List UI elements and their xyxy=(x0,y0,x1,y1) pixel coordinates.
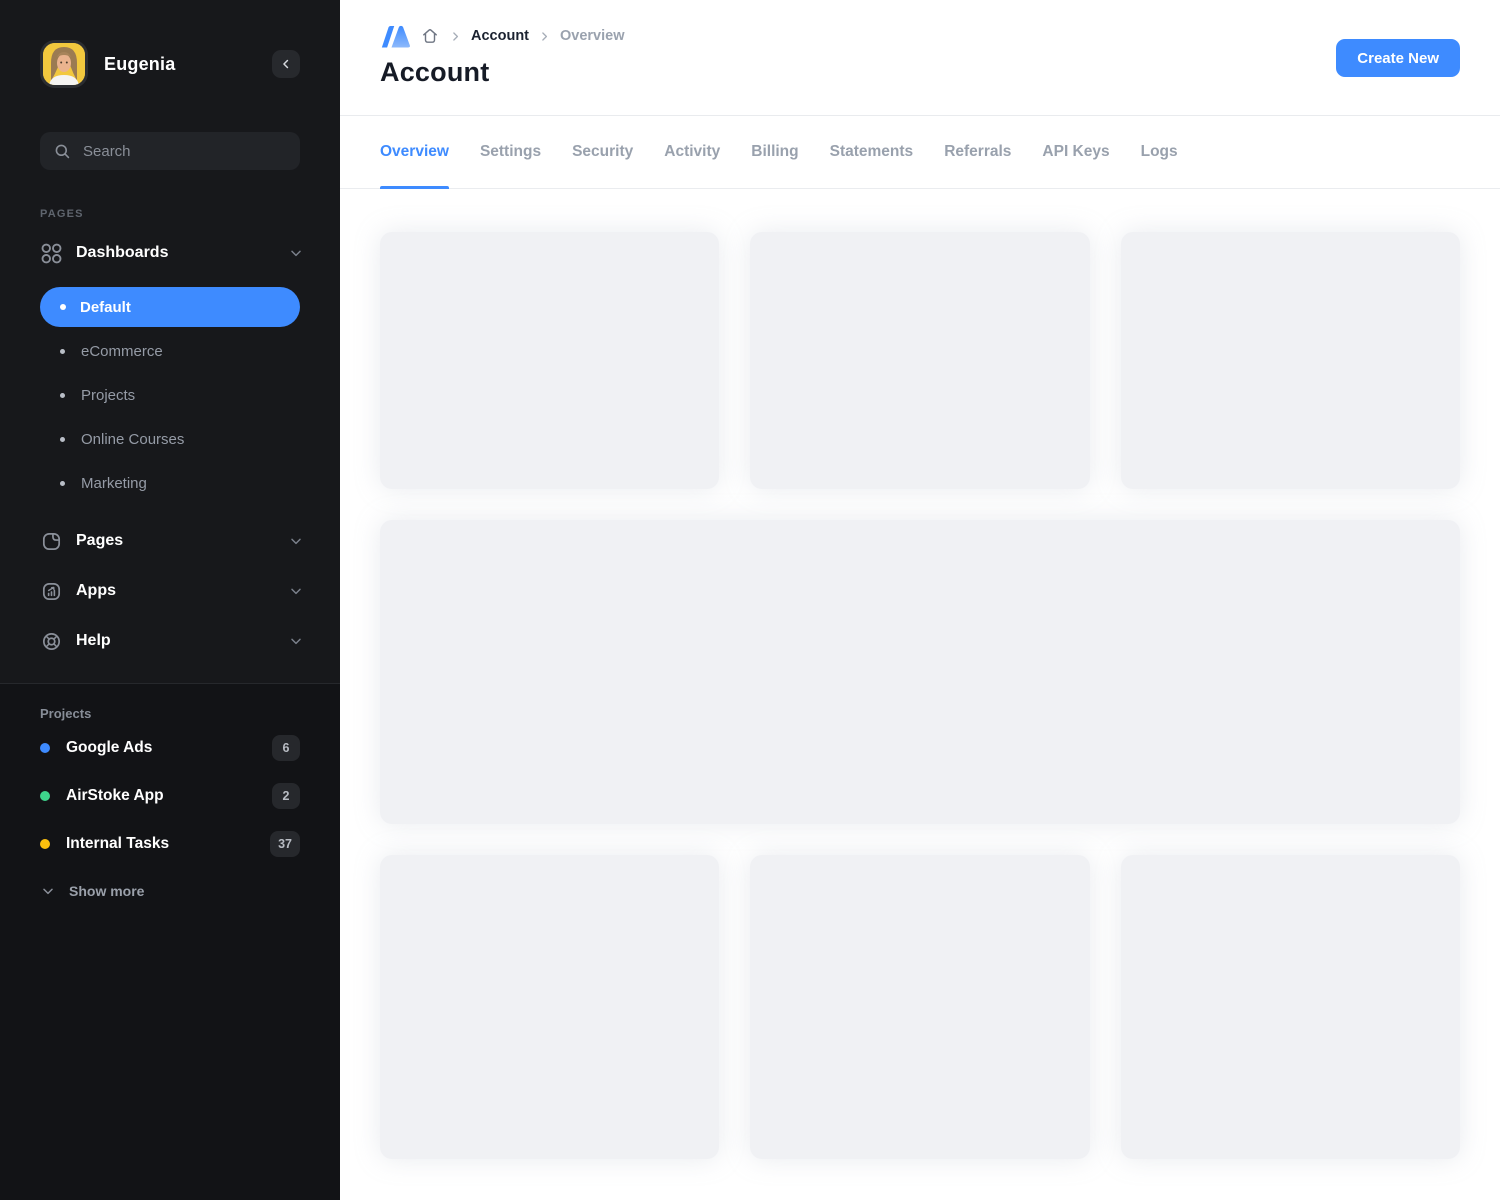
search-field[interactable] xyxy=(40,132,300,170)
placeholder-card xyxy=(380,855,719,1159)
bullet-dot-icon xyxy=(60,437,65,442)
placeholder-card xyxy=(750,232,1089,489)
project-label: Internal Tasks xyxy=(66,835,169,853)
chevron-left-icon xyxy=(279,57,293,71)
sidebar-item-pages[interactable]: Pages xyxy=(0,516,340,566)
page-icon xyxy=(40,530,63,553)
sidebar-projects-section: Projects Google Ads 6 AirStoke App 2 Int… xyxy=(0,684,340,914)
count-badge: 6 xyxy=(272,735,300,761)
sidebar-item-ecommerce[interactable]: eCommerce xyxy=(0,329,340,373)
card-row-top xyxy=(380,232,1460,489)
project-dot-icon xyxy=(40,743,50,753)
tab-statements[interactable]: Statements xyxy=(830,116,914,188)
tab-billing[interactable]: Billing xyxy=(751,116,798,188)
dashboards-grid-icon xyxy=(40,242,63,265)
project-dot-icon xyxy=(40,791,50,801)
dashboards-label: Dashboards xyxy=(76,244,168,262)
apps-label: Apps xyxy=(76,582,116,600)
avatar[interactable] xyxy=(40,40,88,88)
project-label: Google Ads xyxy=(66,739,152,757)
breadcrumb: Account Overview xyxy=(380,22,1460,50)
collapse-sidebar-button[interactable] xyxy=(272,50,300,78)
sidebar-item-label: eCommerce xyxy=(81,343,163,360)
sidebar-item-dashboards[interactable]: Dashboards xyxy=(0,238,340,268)
sidebar-top-section: Eugenia PAGES Dashboards xyxy=(0,0,340,684)
sidebar-item-online-courses[interactable]: Online Courses xyxy=(0,417,340,461)
main-content: Account Overview Account Create New Over… xyxy=(340,0,1500,1200)
pages-label: Pages xyxy=(76,532,123,550)
help-label: Help xyxy=(76,632,111,650)
project-label: AirStoke App xyxy=(66,787,164,805)
create-new-button[interactable]: Create New xyxy=(1336,39,1460,77)
home-icon[interactable] xyxy=(420,26,440,46)
tab-logs[interactable]: Logs xyxy=(1141,116,1178,188)
placeholder-card xyxy=(750,855,1089,1159)
show-more-label: Show more xyxy=(69,883,144,899)
search-input[interactable] xyxy=(83,143,287,160)
sidebar: Eugenia PAGES Dashboards xyxy=(0,0,340,1200)
sidebar-item-default[interactable]: Default xyxy=(40,287,300,327)
placeholder-card xyxy=(380,232,719,489)
sidebar-user-header: Eugenia xyxy=(0,40,340,88)
sidebar-item-help[interactable]: Help xyxy=(0,616,340,666)
apps-chart-icon xyxy=(40,580,63,603)
breadcrumb-overview: Overview xyxy=(560,28,625,44)
placeholder-card xyxy=(1121,855,1460,1159)
tab-api-keys[interactable]: API Keys xyxy=(1042,116,1109,188)
project-item-internal-tasks[interactable]: Internal Tasks 37 xyxy=(40,820,300,868)
page-title: Account xyxy=(380,57,1460,88)
bullet-dot-icon xyxy=(60,393,65,398)
user-name: Eugenia xyxy=(104,54,175,75)
tab-security[interactable]: Security xyxy=(572,116,633,188)
search-icon xyxy=(53,142,72,161)
tab-overview[interactable]: Overview xyxy=(380,116,449,188)
chevron-right-icon xyxy=(449,30,462,43)
tab-settings[interactable]: Settings xyxy=(480,116,541,188)
page-header: Account Overview Account Create New xyxy=(340,0,1500,116)
chevron-down-icon xyxy=(288,245,304,261)
show-more-button[interactable]: Show more xyxy=(40,868,300,914)
chevron-down-icon xyxy=(288,533,304,549)
tab-bar: Overview Settings Security Activity Bill… xyxy=(340,116,1500,189)
sidebar-item-marketing[interactable]: Marketing xyxy=(0,461,340,505)
project-dot-icon xyxy=(40,839,50,849)
count-badge: 37 xyxy=(270,831,300,857)
dashboards-sub-list: Default eCommerce Projects Online Course… xyxy=(0,287,340,505)
tab-referrals[interactable]: Referrals xyxy=(944,116,1011,188)
sidebar-item-label: Online Courses xyxy=(81,431,184,448)
sidebar-item-label: Projects xyxy=(81,387,135,404)
project-item-google-ads[interactable]: Google Ads 6 xyxy=(40,724,300,772)
sidebar-item-label: Marketing xyxy=(81,475,147,492)
chevron-down-icon xyxy=(40,883,56,899)
pages-section-label: PAGES xyxy=(40,208,300,220)
lifebuoy-icon xyxy=(40,630,63,653)
chevron-down-icon xyxy=(288,633,304,649)
chevron-right-icon xyxy=(538,30,551,43)
count-badge: 2 xyxy=(272,783,300,809)
sidebar-item-apps[interactable]: Apps xyxy=(0,566,340,616)
app-logo[interactable] xyxy=(380,23,411,50)
content-area xyxy=(340,189,1500,1199)
placeholder-card-wide xyxy=(380,520,1460,824)
bullet-dot-icon xyxy=(60,481,65,486)
projects-section-label: Projects xyxy=(40,706,300,724)
bullet-dot-icon xyxy=(60,349,65,354)
tab-activity[interactable]: Activity xyxy=(664,116,720,188)
project-item-airstoke-app[interactable]: AirStoke App 2 xyxy=(40,772,300,820)
placeholder-card xyxy=(1121,232,1460,489)
breadcrumb-account[interactable]: Account xyxy=(471,28,529,44)
bullet-dot-icon xyxy=(60,304,66,310)
sidebar-item-projects[interactable]: Projects xyxy=(0,373,340,417)
card-row-bottom xyxy=(380,855,1460,1159)
sidebar-item-label: Default xyxy=(80,299,131,316)
chevron-down-icon xyxy=(288,583,304,599)
